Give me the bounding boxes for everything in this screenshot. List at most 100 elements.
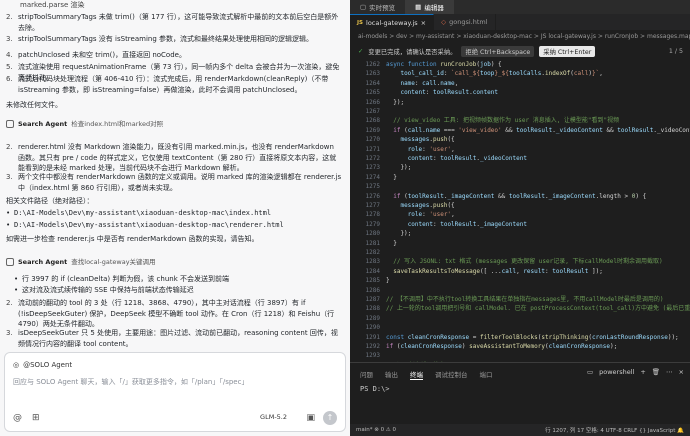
code-line[interactable]: }); xyxy=(386,163,411,172)
code-line[interactable]: content: toolResult._imageContent xyxy=(386,220,527,229)
status-bar: main* ⊗ 0 ⚠ 0 行 1207, 列 17 空格: 4 UTF-8 C… xyxy=(350,424,690,436)
tab-live-preview[interactable]: ▢ 实时预览 xyxy=(350,0,405,14)
terminal-icon: ▭ xyxy=(586,368,594,376)
code-line[interactable]: }); xyxy=(386,98,404,107)
line-number: 1271 xyxy=(365,145,380,153)
agent-header[interactable]: Search Agent 检查index.html和marked对照 xyxy=(6,118,342,130)
tab-output[interactable]: 输出 xyxy=(385,369,398,380)
more-icon[interactable]: ⋯ xyxy=(666,368,673,376)
list-number: 2. xyxy=(6,299,13,307)
code-line[interactable]: messages.push({ xyxy=(386,201,454,210)
code-line[interactable]: role: 'user', xyxy=(386,210,455,219)
line-number: 1286 xyxy=(365,286,380,294)
line-number: 1290 xyxy=(365,324,380,332)
code-line[interactable]: } xyxy=(386,173,397,182)
line-number: 1272 xyxy=(365,155,380,162)
list-number: 5. xyxy=(6,63,13,71)
chat-input-box[interactable]: ◎ @SOLO Agent 回应与 SOLO Agent 聊天，输入「/」获取更多… xyxy=(4,352,346,432)
code-line[interactable]: // view_video 工具: 把视频帧数据作为 user 消息插入, 让模… xyxy=(386,116,619,125)
status-right[interactable]: 行 1207, 列 17 空格: 4 UTF-8 CRLF {} JavaScr… xyxy=(545,426,684,434)
tab-editor[interactable]: ▦ 编辑器 xyxy=(405,0,454,14)
code-line[interactable]: role: 'user', xyxy=(386,145,455,154)
code-line[interactable]: // 上一轮的tool调用把引号和 callModel. 已在 postProc… xyxy=(386,304,690,313)
line-number: 1269 xyxy=(365,126,380,134)
code-line[interactable]: }); xyxy=(386,229,411,238)
list-text: stripToolSummaryTags 未做 trim()（第 177 行），… xyxy=(18,13,339,32)
terminal-prompt[interactable]: PS D:\> xyxy=(360,385,390,393)
image-icon[interactable]: ▣ xyxy=(306,413,315,424)
reject-shortcut: Ctrl+Backspace xyxy=(480,48,531,56)
line-number: 1281 xyxy=(365,239,380,247)
chat-paragraph: 相关文件路径（绝对路径）： xyxy=(6,197,94,205)
agent-tag-label: @SOLO Agent xyxy=(23,361,73,369)
list-text: 两个文件中都没有 renderMarkdown 函数的定义或调用。说明 mark… xyxy=(18,173,342,192)
tab-debug-console[interactable]: 调试控制台 xyxy=(435,369,468,380)
tab-problems[interactable]: 问题 xyxy=(360,369,373,380)
panel-tabs: 问题 输出 终端 调试控制台 端口 xyxy=(360,369,493,380)
change-counter: 1 / 5 xyxy=(668,47,683,55)
preview-icon: ▢ xyxy=(360,3,367,11)
code-line[interactable]: async function runCronJob(job) { xyxy=(386,60,502,69)
model-selector[interactable]: GLM-5.2 xyxy=(260,412,287,423)
accept-shortcut: Ctrl+Enter xyxy=(557,48,592,56)
line-number: 1268 xyxy=(365,117,380,125)
status-left[interactable]: main* ⊗ 0 ⚠ 0 xyxy=(356,427,396,433)
list-number: 4. xyxy=(6,51,13,59)
code-line[interactable]: if (cleanCronResponse) saveAssistantToMe… xyxy=(386,342,617,351)
terminal-panel: 问题 输出 终端 调试控制台 端口 ▭ powershell + 🗑 ⋯ × P… xyxy=(350,362,690,424)
trash-icon[interactable]: 🗑 xyxy=(652,368,660,376)
code-line[interactable]: // 【不调用】中不执行tool转换工具结果在单独指在messages里, 不用… xyxy=(386,295,664,304)
chat-panel: marked.parse 渲染 2. stripToolSummaryTags 未… xyxy=(0,0,350,436)
code-line[interactable]: content: toolResult.content xyxy=(386,88,498,97)
line-number: 1284 xyxy=(365,267,380,275)
code-editor[interactable]: 1262 async function runCronJob(job) {1263… xyxy=(350,60,690,362)
list-number: 2. xyxy=(6,143,13,151)
diff-label: 变更已完成，请确认是否采纳。 xyxy=(368,48,457,56)
reject-button[interactable]: 拒绝 Ctrl+Backspace xyxy=(461,45,535,57)
code-line[interactable]: } xyxy=(386,239,397,248)
code-line[interactable]: name: call.name, xyxy=(386,79,458,88)
check-icon: ✓ xyxy=(358,47,364,55)
list-text: patchUnclosed 未和空 trim()，直接返回 noCode。 xyxy=(18,51,186,59)
path-item: D:\AI-Models\Dev\my-assistant\xiaoduan-d… xyxy=(6,220,340,231)
reject-label: 拒绝 xyxy=(465,48,479,56)
code-line[interactable]: // 写入 JSONL: txt 格式 (messages 更改保留 user记… xyxy=(386,257,662,266)
agent-header[interactable]: Search Agent 查找local-gateway关键调用 xyxy=(6,256,342,268)
list-item: 这对流及流式续传输的 SSE 中保持与前端状态传输延迟 xyxy=(14,285,340,296)
tab-local-gateway[interactable]: JS local-gateway.js × xyxy=(350,14,435,30)
agent-icon xyxy=(6,258,14,266)
line-number: 1291 xyxy=(365,333,380,341)
code-line[interactable]: content: toolResult._videoContent xyxy=(386,154,527,163)
tab-ports[interactable]: 端口 xyxy=(480,369,493,380)
tab-gongsi[interactable]: ◇ gongsi.html xyxy=(434,14,496,30)
editor-panel: ▢ 实时预览 ▦ 编辑器 JS local-gateway.js × ◇ gongsi.h… xyxy=(350,0,690,436)
line-number: 1292 xyxy=(365,343,380,350)
code-line[interactable]: tool_call_id: `call_${toop}_${toolCalls.… xyxy=(386,69,602,78)
code-line[interactable]: } xyxy=(386,276,390,285)
agent-tag[interactable]: ◎ @SOLO Agent xyxy=(13,360,72,371)
line-number: 1276 xyxy=(365,192,380,200)
code-line[interactable]: saveTaskResultsToMessage([ ...call, resu… xyxy=(386,267,603,276)
chat-input-placeholder[interactable]: 回应与 SOLO Agent 聊天，输入「/」获取更多指令，如「/plan」「/… xyxy=(13,377,248,388)
code-line[interactable]: if (toolResult._imageContent && toolResu… xyxy=(386,192,646,201)
terminal-name[interactable]: powershell xyxy=(599,368,634,376)
add-terminal-icon[interactable]: + xyxy=(640,368,645,376)
code-line[interactable]: if (call.name === 'view_video' && toolRe… xyxy=(386,126,690,135)
mention-icon[interactable]: @ xyxy=(13,413,22,424)
chat-paragraph: 未修改任何文件。 xyxy=(6,101,62,109)
send-button[interactable]: ↑ xyxy=(323,411,337,425)
code-line[interactable]: messages.push({ xyxy=(386,135,454,144)
close-icon[interactable]: × xyxy=(421,19,426,27)
tab-terminal[interactable]: 终端 xyxy=(410,369,423,380)
terminal-actions: ▭ powershell + 🗑 ⋯ × xyxy=(587,368,684,376)
breadcrumb[interactable]: ai-models > dev > my-assistant > xiaodua… xyxy=(350,30,690,42)
line-number: 1267 xyxy=(365,108,380,115)
accept-button[interactable]: 采纳 Ctrl+Enter xyxy=(539,45,596,57)
line-number: 1275 xyxy=(365,183,380,191)
attach-icon[interactable]: ⊞ xyxy=(32,413,40,424)
list-text: renderer.html 没有 Markdown 渲染能力，既没有引用 mar… xyxy=(18,143,337,172)
code-line[interactable]: const cleanCronResponse = filterToolBloc… xyxy=(386,333,679,342)
agent-desc: 检查index.html和marked对照 xyxy=(71,119,164,128)
list-text: 流式后代码块处理流程（第 406-410 行）：流式完成后，用 renderMa… xyxy=(18,75,329,94)
close-icon[interactable]: × xyxy=(679,368,684,376)
